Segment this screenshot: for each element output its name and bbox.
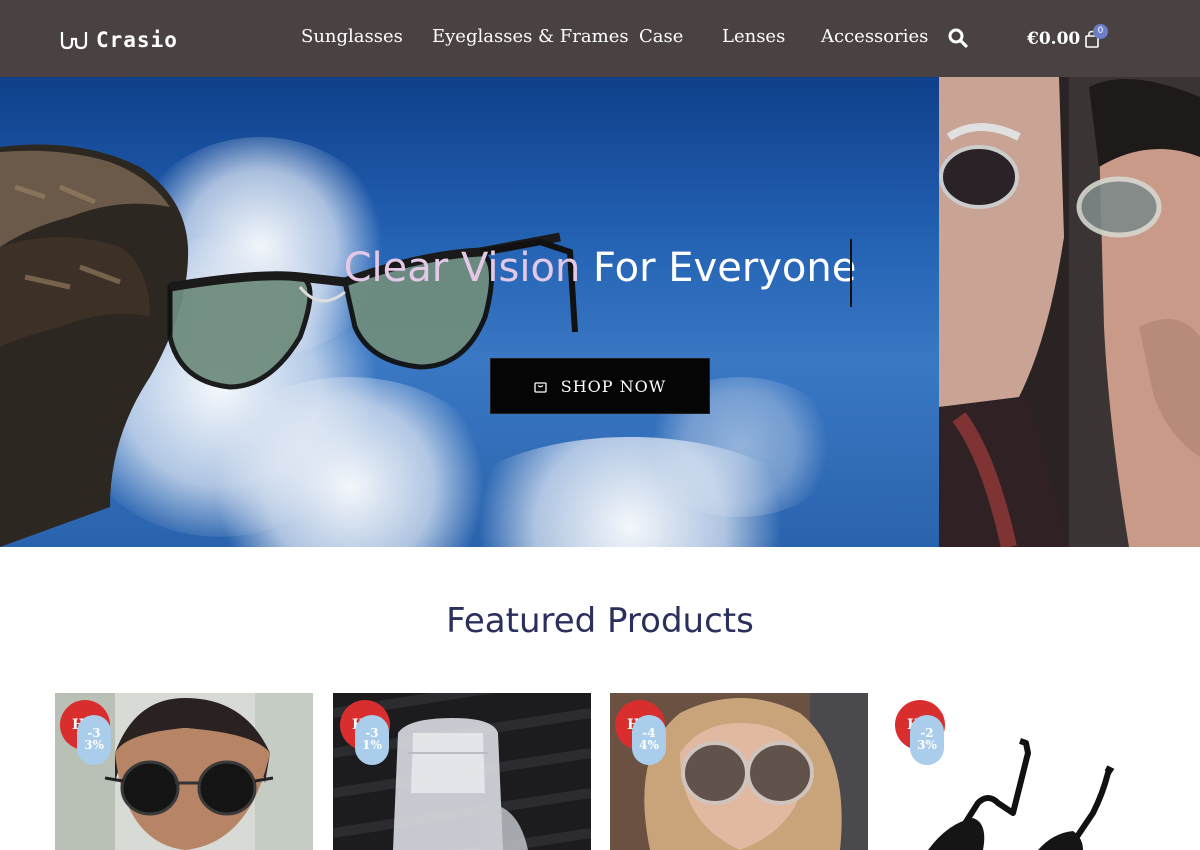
featured-products-heading: Featured Products [446, 601, 754, 641]
cart-count-badge: 0 [1093, 24, 1108, 39]
discount-bottom: 4% [639, 738, 659, 752]
discount-bottom: 1% [362, 738, 382, 752]
discount-badge: -3 1% [355, 715, 389, 765]
hero-headline: Clear Vision For Everyone [0, 245, 1200, 291]
product-card[interactable]: H -4 4% [610, 693, 868, 850]
discount-badge: -2 3% [910, 715, 944, 765]
hand-holding-glasses-image [0, 144, 578, 547]
logo-text: Crasio [96, 28, 178, 52]
shop-now-button[interactable]: SHOP NOW [490, 358, 710, 414]
glasses-logo-icon [60, 32, 88, 50]
nav-accessories[interactable]: Accessories [821, 26, 928, 47]
hero-side-image [939, 77, 1200, 547]
hero-headline-rest: For Everyone [580, 245, 857, 291]
cart-total[interactable]: €0.00 [1027, 29, 1080, 49]
search-icon[interactable] [948, 28, 968, 48]
discount-bottom: 3% [917, 738, 937, 752]
text-caret [850, 239, 852, 307]
hero-banner [0, 77, 939, 547]
discount-bottom: 3% [84, 738, 104, 752]
site-header: Crasio Sunglasses Eyeglasses & Frames Ca… [0, 0, 1200, 77]
models-wearing-sunglasses-image [939, 77, 1200, 547]
nav-lenses[interactable]: Lenses [722, 26, 785, 47]
nav-eyeglasses-frames[interactable]: Eyeglasses & Frames [432, 26, 629, 47]
discount-badge: -3 3% [77, 715, 111, 765]
product-card[interactable]: H -3 3% [55, 693, 313, 850]
product-card[interactable]: H -2 3% [888, 693, 1146, 850]
shopping-bag-icon [534, 382, 547, 393]
logo[interactable]: Crasio [60, 26, 178, 54]
nav-sunglasses[interactable]: Sunglasses [301, 26, 403, 47]
shop-now-label: SHOP NOW [560, 376, 667, 396]
discount-badge: -4 4% [632, 715, 666, 765]
hero-headline-faded: Clear Vision [343, 245, 581, 291]
nav-case[interactable]: Case [639, 26, 683, 47]
product-card[interactable]: H -3 1% [333, 693, 591, 850]
